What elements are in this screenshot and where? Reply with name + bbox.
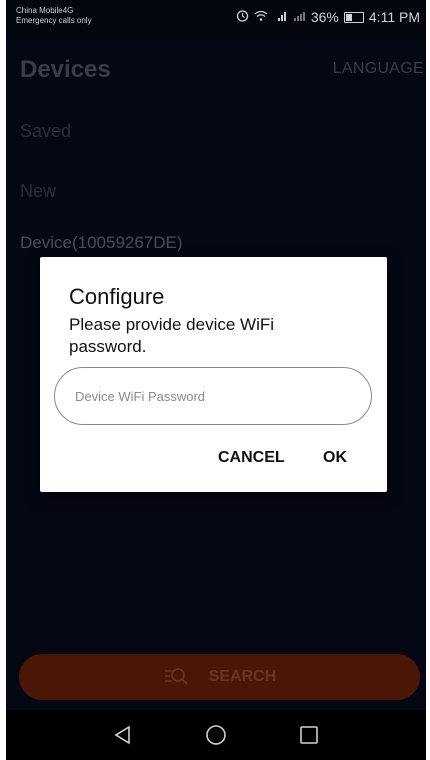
dialog-actions: CANCEL OK <box>40 449 387 471</box>
wifi-password-input[interactable] <box>54 367 372 425</box>
configure-dialog: Configure Please provide device WiFi pas… <box>40 257 387 492</box>
ok-button[interactable]: OK <box>323 449 347 467</box>
cancel-button[interactable]: CANCEL <box>218 449 285 467</box>
dialog-title: Configure <box>69 284 165 309</box>
dialog-message: Please provide device WiFi password. <box>69 315 275 356</box>
